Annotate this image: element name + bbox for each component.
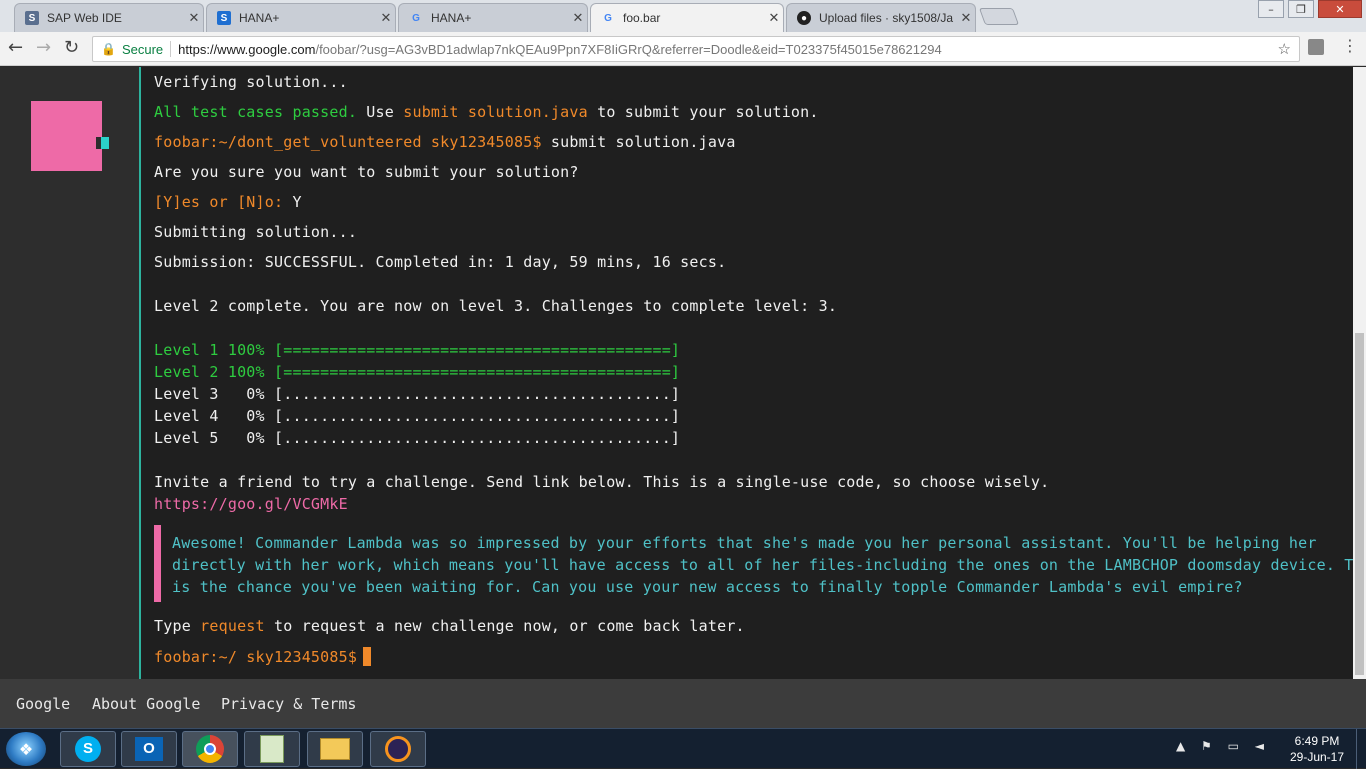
reload-icon[interactable]: ↻	[64, 37, 79, 58]
windows-taskbar: ❖ S O ▲ ⚑ ▭ ◄ 6:49 PM 29-Jun-17	[0, 728, 1366, 769]
url-host: https://www.google.com	[178, 41, 316, 57]
close-tab-icon[interactable]: ✕	[377, 10, 395, 26]
foobar-logo-eye	[96, 137, 109, 149]
page-footer: Google About Google Privacy & Terms	[0, 679, 1366, 728]
terminal-line: [Y]es or [N]o: Y	[154, 193, 302, 211]
foobar-page: Verifying solution... All test cases pas…	[0, 67, 1366, 679]
quote-line: directly with her work, which means you'…	[172, 556, 1366, 574]
scrollbar[interactable]	[1353, 67, 1366, 679]
extension-icon[interactable]	[1308, 39, 1324, 55]
tab-sap-web-ide[interactable]: S SAP Web IDE ✕	[14, 3, 204, 32]
foobar-logo	[31, 101, 102, 171]
skype-taskbar-icon[interactable]: S	[60, 731, 116, 767]
tab-title: HANA+	[239, 11, 280, 25]
quote-line: is the chance you've been waiting for. C…	[172, 578, 1243, 596]
clock-time: 6:49 PM	[1294, 734, 1340, 748]
prompt: foobar:~/ sky12345085$	[154, 648, 358, 666]
terminal-line: Submitting solution...	[154, 223, 358, 241]
chrome-taskbar-icon[interactable]	[182, 731, 238, 767]
footer-about-link[interactable]: About Google	[92, 695, 200, 713]
lock-icon: 🔒	[101, 42, 116, 56]
terminal-input-line[interactable]: foobar:~/ sky12345085$	[154, 647, 372, 666]
command: submit solution.java	[541, 133, 736, 151]
to-submit-text: to submit your solution.	[587, 103, 819, 121]
request-command: request	[200, 617, 265, 635]
submit-command: submit solution.java	[403, 103, 588, 121]
terminal-line: Are you sure you want to submit your sol…	[154, 163, 579, 181]
close-tab-icon[interactable]: ✕	[957, 10, 975, 26]
file-explorer-taskbar-icon[interactable]	[307, 731, 363, 767]
terminal-line: Type request to request a new challenge …	[154, 617, 745, 635]
close-tab-icon[interactable]: ✕	[569, 10, 587, 26]
level-progress: Level 1 100% [==========================…	[154, 341, 681, 359]
google-icon: G	[604, 12, 612, 24]
tab-github[interactable]: ● Upload files · sky1508/Ja ✕	[786, 3, 976, 32]
close-window-button[interactable]: ✕	[1318, 0, 1362, 18]
terminal-line: All test cases passed. Use submit soluti…	[154, 103, 819, 121]
show-desktop-button[interactable]	[1356, 729, 1366, 769]
close-tab-icon[interactable]: ✕	[185, 10, 203, 26]
terminal-line: Verifying solution...	[154, 73, 348, 91]
tab-title: Upload files · sky1508/Ja	[819, 11, 954, 25]
terminal-line: Invite a friend to try a challenge. Send…	[154, 473, 1050, 491]
close-tab-icon[interactable]: ✕	[765, 10, 783, 26]
google-icon: G	[412, 12, 420, 24]
terminal[interactable]: Verifying solution... All test cases pas…	[139, 67, 1366, 679]
clock[interactable]: 6:49 PM 29-Jun-17	[1282, 733, 1352, 765]
tab-foobar[interactable]: G foo.bar ✕	[590, 3, 784, 32]
use-text: Use	[357, 103, 404, 121]
level-progress: Level 5 0% [............................…	[154, 429, 681, 447]
footer-google-link[interactable]: Google	[16, 695, 70, 713]
quote-bar	[154, 525, 161, 602]
terminal-line: Submission: SUCCESSFUL. Completed in: 1 …	[154, 253, 727, 271]
level-progress: Level 2 100% [==========================…	[154, 363, 681, 381]
tab-title: SAP Web IDE	[47, 11, 122, 25]
request-rest-text: to request a new challenge now, or come …	[264, 617, 745, 635]
menu-icon[interactable]: ⋮	[1342, 36, 1358, 55]
yes-no-answer: Y	[283, 193, 302, 211]
back-icon[interactable]: ←	[8, 37, 23, 58]
terminal-line: foobar:~/dont_get_volunteered sky1234508…	[154, 133, 736, 151]
eclipse-taskbar-icon[interactable]	[370, 731, 426, 767]
text-cursor	[363, 647, 372, 666]
sap-icon: S	[25, 11, 39, 25]
tab-strip: S SAP Web IDE ✕ S HANA+ ✕ G HANA+ ✕ G fo…	[0, 0, 1366, 32]
level-progress: Level 3 0% [............................…	[154, 385, 681, 403]
scrollbar-thumb[interactable]	[1355, 333, 1364, 675]
notepad-taskbar-icon[interactable]	[244, 731, 300, 767]
system-tray-icons[interactable]: ▲ ⚑ ▭ ◄	[1176, 739, 1270, 753]
forward-icon[interactable]: →	[36, 37, 51, 58]
maximize-button[interactable]: ❐	[1288, 0, 1314, 18]
outlook-taskbar-icon[interactable]: O	[121, 731, 177, 767]
tab-hana-google[interactable]: G HANA+ ✕	[398, 3, 588, 32]
github-icon: ●	[797, 11, 811, 25]
prompt: foobar:~/dont_get_volunteered sky1234508…	[154, 133, 542, 151]
url-path: /foobar/?usg=AG3vBD1adwlap7nkQEAu9Ppn7XF…	[315, 41, 942, 57]
minimize-button[interactable]: –	[1258, 0, 1284, 18]
secure-label: Secure	[121, 41, 164, 57]
passed-text: All test cases passed.	[154, 103, 358, 121]
sap-icon: S	[217, 11, 231, 25]
bookmark-star-icon[interactable]: ☆	[1278, 40, 1291, 58]
tab-hana-sap[interactable]: S HANA+ ✕	[206, 3, 396, 32]
browser-toolbar: ← → ↻ 🔒 Secure https://www.google.com /f…	[0, 32, 1366, 66]
type-text: Type	[154, 617, 201, 635]
level-progress: Level 4 0% [............................…	[154, 407, 681, 425]
footer-privacy-link[interactable]: Privacy & Terms	[221, 695, 356, 713]
invite-link[interactable]: https://goo.gl/VCGMkE	[154, 495, 348, 513]
yes-no-prompt: [Y]es or [N]o:	[154, 193, 284, 211]
start-button[interactable]: ❖	[6, 732, 46, 766]
tab-title: HANA+	[431, 11, 472, 25]
new-tab-button[interactable]	[978, 8, 1020, 25]
quote-line: Awesome! Commander Lambda was so impress…	[172, 534, 1317, 552]
clock-date: 29-Jun-17	[1289, 750, 1345, 764]
address-bar[interactable]: 🔒 Secure https://www.google.com /foobar/…	[92, 36, 1300, 62]
tab-title: foo.bar	[623, 11, 661, 25]
terminal-line: Level 2 complete. You are now on level 3…	[154, 297, 838, 315]
